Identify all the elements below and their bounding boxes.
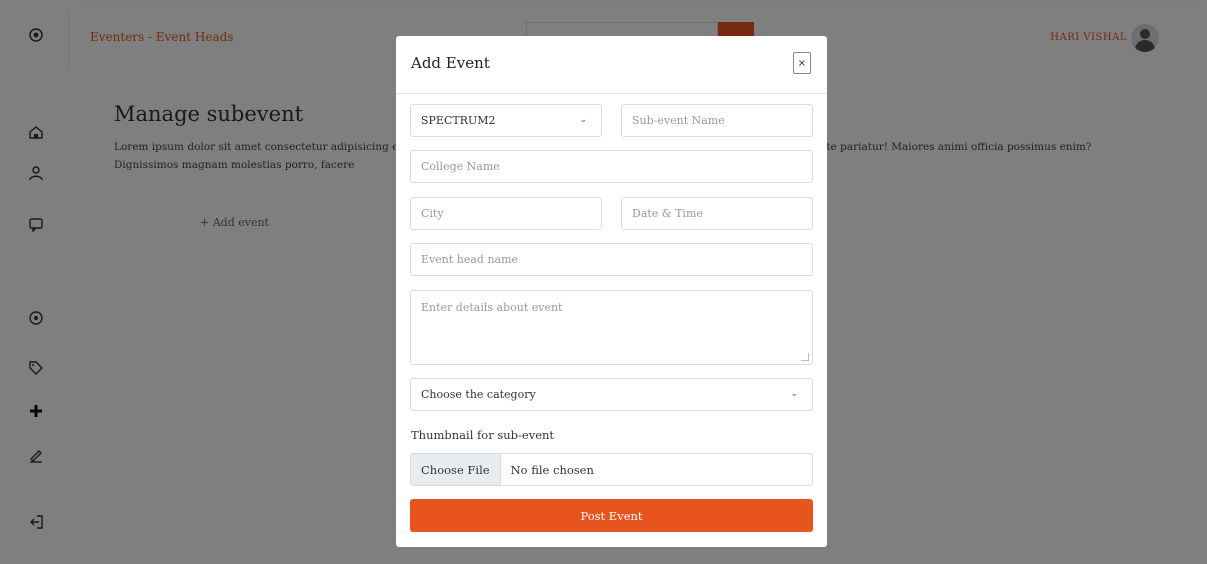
category-select-value: Choose the category xyxy=(421,388,536,401)
choose-file-button[interactable]: Choose File xyxy=(411,454,501,485)
close-button[interactable]: × xyxy=(793,52,811,74)
thumbnail-label: Thumbnail for sub-event xyxy=(411,428,555,442)
file-status: No file chosen xyxy=(510,462,594,477)
category-select[interactable]: Choose the category ⌄ xyxy=(410,378,813,411)
event-select[interactable]: SPECTRUM2 ⌄ xyxy=(410,104,602,137)
resize-handle[interactable] xyxy=(801,353,809,361)
event-select-value: SPECTRUM2 xyxy=(421,114,496,127)
modal-title: Add Event xyxy=(411,54,490,72)
college-name-field[interactable]: College Name xyxy=(410,150,813,183)
add-event-modal: Add Event × SPECTRUM2 ⌄ Sub-event Name C… xyxy=(396,36,827,547)
city-field[interactable]: City xyxy=(410,197,602,230)
event-head-field[interactable]: Event head name xyxy=(410,243,813,276)
subevent-name-field[interactable]: Sub-event Name xyxy=(621,104,813,137)
datetime-field[interactable]: Date & Time xyxy=(621,197,813,230)
thumbnail-file-input[interactable]: Choose File No file chosen xyxy=(410,453,813,486)
chevron-down-icon: ⌄ xyxy=(579,115,587,125)
post-event-button[interactable]: Post Event xyxy=(410,499,813,532)
chevron-down-icon: ⌄ xyxy=(790,389,798,399)
details-placeholder: Enter details about event xyxy=(421,301,563,314)
modal-header: Add Event × xyxy=(396,36,827,94)
details-textarea[interactable]: Enter details about event xyxy=(410,290,813,365)
